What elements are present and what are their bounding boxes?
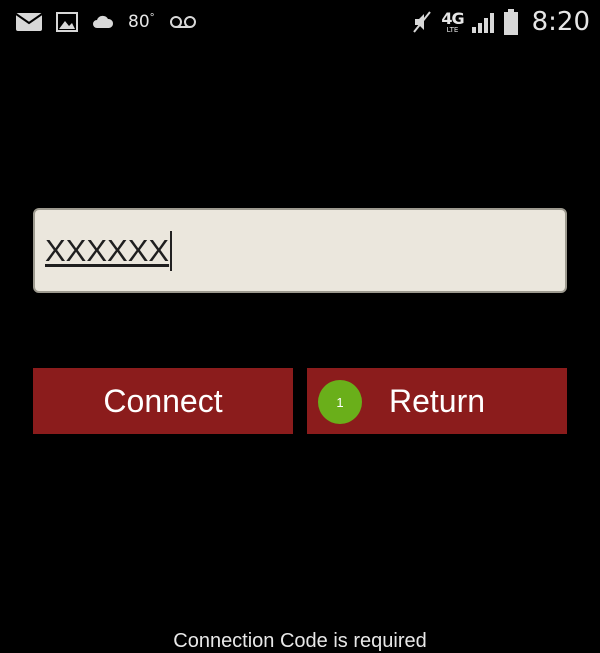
- return-button[interactable]: 1 Return: [307, 368, 567, 434]
- image-icon: [56, 12, 78, 32]
- connect-button[interactable]: Connect: [33, 368, 293, 434]
- return-button-label: Return: [388, 382, 486, 419]
- connection-code-input[interactable]: XXXXXX: [33, 208, 567, 293]
- notification-badge: 1: [318, 380, 362, 424]
- validation-message: Connection Code is required: [173, 630, 427, 652]
- signal-icon: [471, 11, 496, 33]
- status-bar-right: 4G LTE 8:20: [411, 0, 590, 44]
- connect-button-label: Connect: [103, 382, 223, 419]
- voicemail-icon: [169, 15, 197, 29]
- clock: 8:20: [531, 7, 590, 37]
- status-bar: 80° 4G LTE 8:20: [0, 0, 600, 44]
- status-bar-left: 80°: [16, 0, 197, 44]
- connection-code-value: XXXXXX: [45, 232, 170, 268]
- cloud-icon: [92, 15, 114, 29]
- battery-icon: [503, 9, 518, 35]
- temperature-label: 80°: [128, 12, 155, 32]
- mute-icon: [411, 10, 433, 34]
- network-type-icon: 4G LTE: [441, 8, 464, 34]
- mail-icon: [16, 13, 42, 31]
- text-cursor: [170, 230, 173, 271]
